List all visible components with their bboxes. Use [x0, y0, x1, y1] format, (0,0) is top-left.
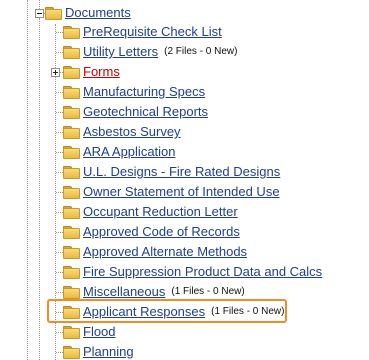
tree-connector: [56, 192, 63, 193]
tree-guide-line: [27, 0, 28, 360]
file-count: (1 Files - 0 New): [171, 286, 245, 297]
folder-icon: [63, 185, 80, 199]
tree-item-label[interactable]: Owner Statement of Intended Use: [83, 184, 280, 200]
tree-connector: [56, 212, 63, 213]
file-count: (2 Files - 0 New): [164, 46, 238, 57]
folder-icon: [63, 45, 80, 59]
tree-item-label[interactable]: Forms: [83, 64, 120, 80]
tree-item-fire-suppression[interactable]: Fire Suppression Product Data and Calcs: [63, 262, 322, 282]
tree-connector: [56, 132, 63, 133]
collapse-icon[interactable]: [35, 9, 44, 18]
tree-connector: [56, 352, 63, 353]
highlight-box: [47, 299, 287, 323]
tree-item-label[interactable]: Flood: [83, 324, 116, 340]
tree-item-label[interactable]: Miscellaneous: [83, 284, 165, 300]
folder-icon: [63, 205, 80, 219]
tree-connector: [56, 92, 63, 93]
folder-icon: [63, 25, 80, 39]
tree-item-utility[interactable]: Utility Letters (2 Files - 0 New): [63, 42, 238, 62]
tree-item-asbestos[interactable]: Asbestos Survey: [63, 122, 181, 142]
tree-item-label[interactable]: Occupant Reduction Letter: [83, 204, 238, 220]
tree-root-label[interactable]: Documents: [65, 5, 131, 21]
folder-icon: [63, 145, 80, 159]
tree-connector: [56, 52, 63, 53]
tree-item-ara[interactable]: ARA Application: [63, 142, 176, 162]
tree-connector: [56, 152, 63, 153]
folder-icon: [63, 285, 80, 299]
tree-connector: [56, 32, 63, 33]
folder-icon: [63, 265, 80, 279]
tree-item-flood[interactable]: Flood: [63, 322, 116, 342]
tree-item-prerequisite[interactable]: PreRequisite Check List: [63, 22, 222, 42]
folder-icon: [63, 125, 80, 139]
folder-icon: [63, 85, 80, 99]
folder-icon: [63, 325, 80, 339]
tree-connector: [56, 252, 63, 253]
folder-icon: [63, 105, 80, 119]
tree-item-label[interactable]: PreRequisite Check List: [83, 24, 222, 40]
tree-connector: [56, 232, 63, 233]
tree-item-label[interactable]: Asbestos Survey: [83, 124, 181, 140]
tree-item-approved-code[interactable]: Approved Code of Records: [63, 222, 240, 242]
tree-item-manufacturing[interactable]: Manufacturing Specs: [63, 82, 205, 102]
tree-item-forms[interactable]: Forms: [63, 62, 120, 82]
folder-icon: [63, 345, 80, 359]
folder-icon: [63, 65, 80, 79]
tree-item-label[interactable]: Manufacturing Specs: [83, 84, 205, 100]
tree-root-documents[interactable]: Documents: [45, 3, 131, 23]
tree-item-label[interactable]: Approved Alternate Methods: [83, 244, 247, 260]
folder-icon: [63, 165, 80, 179]
tree-item-approved-alternate[interactable]: Approved Alternate Methods: [63, 242, 247, 262]
tree-item-label[interactable]: U.L. Designs - Fire Rated Designs: [83, 164, 280, 180]
document-tree: Documents PreRequisite Check List Utility…: [0, 0, 369, 360]
tree-item-occupant-reduction[interactable]: Occupant Reduction Letter: [63, 202, 238, 222]
expand-icon[interactable]: [51, 68, 60, 77]
tree-item-label[interactable]: ARA Application: [83, 144, 176, 160]
tree-connector: [56, 172, 63, 173]
tree-item-label[interactable]: Fire Suppression Product Data and Calcs: [83, 264, 322, 280]
tree-connector: [56, 112, 63, 113]
tree-guide-line: [39, 18, 40, 360]
folder-icon: [45, 6, 62, 20]
tree-item-geotechnical[interactable]: Geotechnical Reports: [63, 102, 208, 122]
tree-connector: [56, 332, 63, 333]
tree-item-label[interactable]: Geotechnical Reports: [83, 104, 208, 120]
folder-icon: [63, 245, 80, 259]
tree-item-label[interactable]: Planning: [83, 344, 134, 360]
tree-item-ul-designs[interactable]: U.L. Designs - Fire Rated Designs: [63, 162, 280, 182]
tree-item-planning[interactable]: Planning: [63, 342, 134, 360]
tree-item-owner-statement[interactable]: Owner Statement of Intended Use: [63, 182, 280, 202]
tree-connector: [56, 272, 63, 273]
tree-item-label[interactable]: Approved Code of Records: [83, 224, 240, 240]
tree-connector: [56, 292, 63, 293]
folder-icon: [63, 225, 80, 239]
tree-item-label[interactable]: Utility Letters: [83, 44, 158, 60]
